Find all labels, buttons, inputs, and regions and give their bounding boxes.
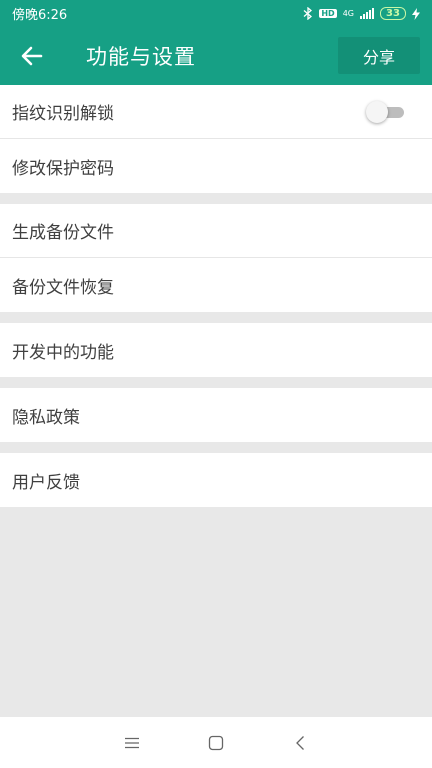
home-button[interactable] <box>204 731 228 755</box>
user-feedback-label: 用户反馈 <box>12 472 80 493</box>
network-type: 4G <box>342 8 354 18</box>
privacy-policy-label: 隐私政策 <box>12 407 80 428</box>
fingerprint-unlock-item[interactable]: 指纹识别解锁 <box>0 85 432 139</box>
user-feedback-item[interactable]: 用户反馈 <box>0 453 432 507</box>
back-icon <box>296 735 304 750</box>
status-bar: 傍晚6:26 HD 4G 33 <box>0 0 432 27</box>
arrow-left-icon <box>21 46 43 66</box>
page-title: 功能与设置 <box>86 45 196 69</box>
features-in-development-item[interactable]: 开发中的功能 <box>0 323 432 377</box>
privacy-policy-item[interactable]: 隐私政策 <box>0 388 432 442</box>
signal-icon <box>360 8 374 19</box>
section-divider <box>0 442 432 453</box>
app-bar: 功能与设置 分享 <box>0 27 432 85</box>
restore-backup-item[interactable]: 备份文件恢复 <box>0 258 432 312</box>
settings-list: 指纹识别解锁 修改保护密码 生成备份文件 备份文件恢复 开发中的功能 隐私政策 … <box>0 85 432 507</box>
system-nav-bar <box>0 717 432 768</box>
charging-icon <box>412 7 420 20</box>
section-divider <box>0 312 432 323</box>
fingerprint-unlock-toggle[interactable] <box>366 100 406 123</box>
create-backup-item[interactable]: 生成备份文件 <box>0 204 432 258</box>
section-divider <box>0 377 432 388</box>
share-button[interactable]: 分享 <box>338 37 420 74</box>
change-password-item[interactable]: 修改保护密码 <box>0 139 432 193</box>
battery-icon: 33 <box>380 7 406 20</box>
restore-backup-label: 备份文件恢复 <box>12 277 114 298</box>
back-button[interactable] <box>0 27 64 85</box>
create-backup-label: 生成备份文件 <box>12 223 114 243</box>
features-in-development-label: 开发中的功能 <box>12 342 114 363</box>
home-icon <box>208 735 224 750</box>
bluetooth-icon <box>303 7 313 20</box>
fingerprint-unlock-label: 指纹识别解锁 <box>12 104 114 124</box>
status-time: 傍晚6:26 <box>12 8 68 23</box>
toggle-thumb <box>366 100 388 123</box>
menu-button[interactable] <box>120 731 144 755</box>
hd-badge: HD <box>319 9 337 18</box>
system-back-button[interactable] <box>288 731 312 755</box>
change-password-label: 修改保护密码 <box>12 158 114 179</box>
menu-icon <box>125 737 139 748</box>
status-icons: HD 4G 33 <box>303 7 420 20</box>
battery-level: 33 <box>386 8 400 19</box>
section-divider <box>0 193 432 204</box>
